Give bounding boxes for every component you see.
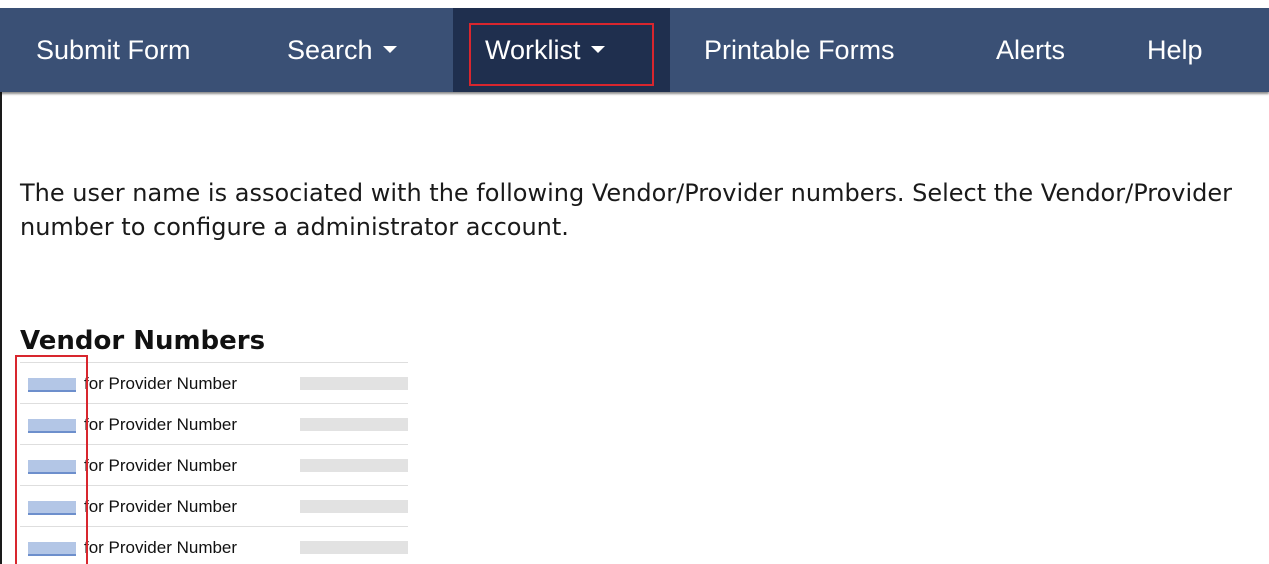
intro-text: The user name is associated with the fol…: [20, 179, 1232, 241]
nav-submit-form-label: Submit Form: [36, 35, 191, 65]
nav-help[interactable]: Help: [1147, 8, 1203, 92]
nav-alerts[interactable]: Alerts: [996, 8, 1065, 92]
provider-number-label: for Provider Number: [84, 538, 238, 557]
provider-number-label: for Provider Number: [84, 456, 238, 475]
vendor-links-highlight-box: [15, 355, 88, 564]
provider-number-value-redacted: [300, 418, 408, 431]
provider-number-value-redacted: [300, 500, 408, 513]
provider-number-value-redacted: [300, 377, 408, 390]
provider-number-label: for Provider Number: [84, 374, 238, 393]
nav-alerts-label: Alerts: [996, 35, 1066, 65]
nav-submit-form[interactable]: Submit Form: [36, 8, 191, 92]
provider-number-value-redacted: [300, 541, 408, 554]
nav-printable-forms-label: Printable Forms: [704, 35, 895, 65]
nav-search-dropdown[interactable]: Search: [287, 8, 397, 92]
provider-number-label: for Provider Number: [84, 415, 238, 434]
nav-help-label: Help: [1147, 35, 1203, 65]
caret-down-icon: [382, 46, 397, 54]
provider-number-label: for Provider Number: [84, 497, 238, 516]
provider-number-value-redacted: [300, 459, 408, 472]
nav-search-label: Search: [287, 35, 373, 65]
content-left-border: [0, 92, 2, 564]
worklist-highlight-box: [469, 23, 654, 86]
nav-printable-forms[interactable]: Printable Forms: [704, 8, 895, 92]
vendor-numbers-heading: Vendor Numbers: [20, 326, 266, 356]
